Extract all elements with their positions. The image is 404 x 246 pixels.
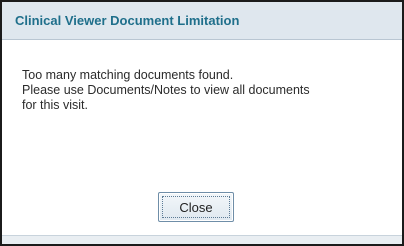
close-button[interactable]: Close — [158, 192, 234, 222]
message-line-2: Please use Documents/Notes to view all d… — [22, 83, 310, 97]
dialog-message: Too many matching documents found. Pleas… — [2, 40, 402, 113]
message-line-1: Too many matching documents found. — [22, 68, 234, 82]
message-line-3: for this visit. — [22, 98, 88, 112]
dialog-title: Clinical Viewer Document Limitation — [15, 13, 240, 28]
document-limitation-dialog: Clinical Viewer Document Limitation Too … — [0, 0, 404, 246]
dialog-button-row: Close — [2, 192, 402, 222]
dialog-bottom-strip — [2, 235, 402, 244]
dialog-title-bar: Clinical Viewer Document Limitation — [2, 2, 402, 40]
